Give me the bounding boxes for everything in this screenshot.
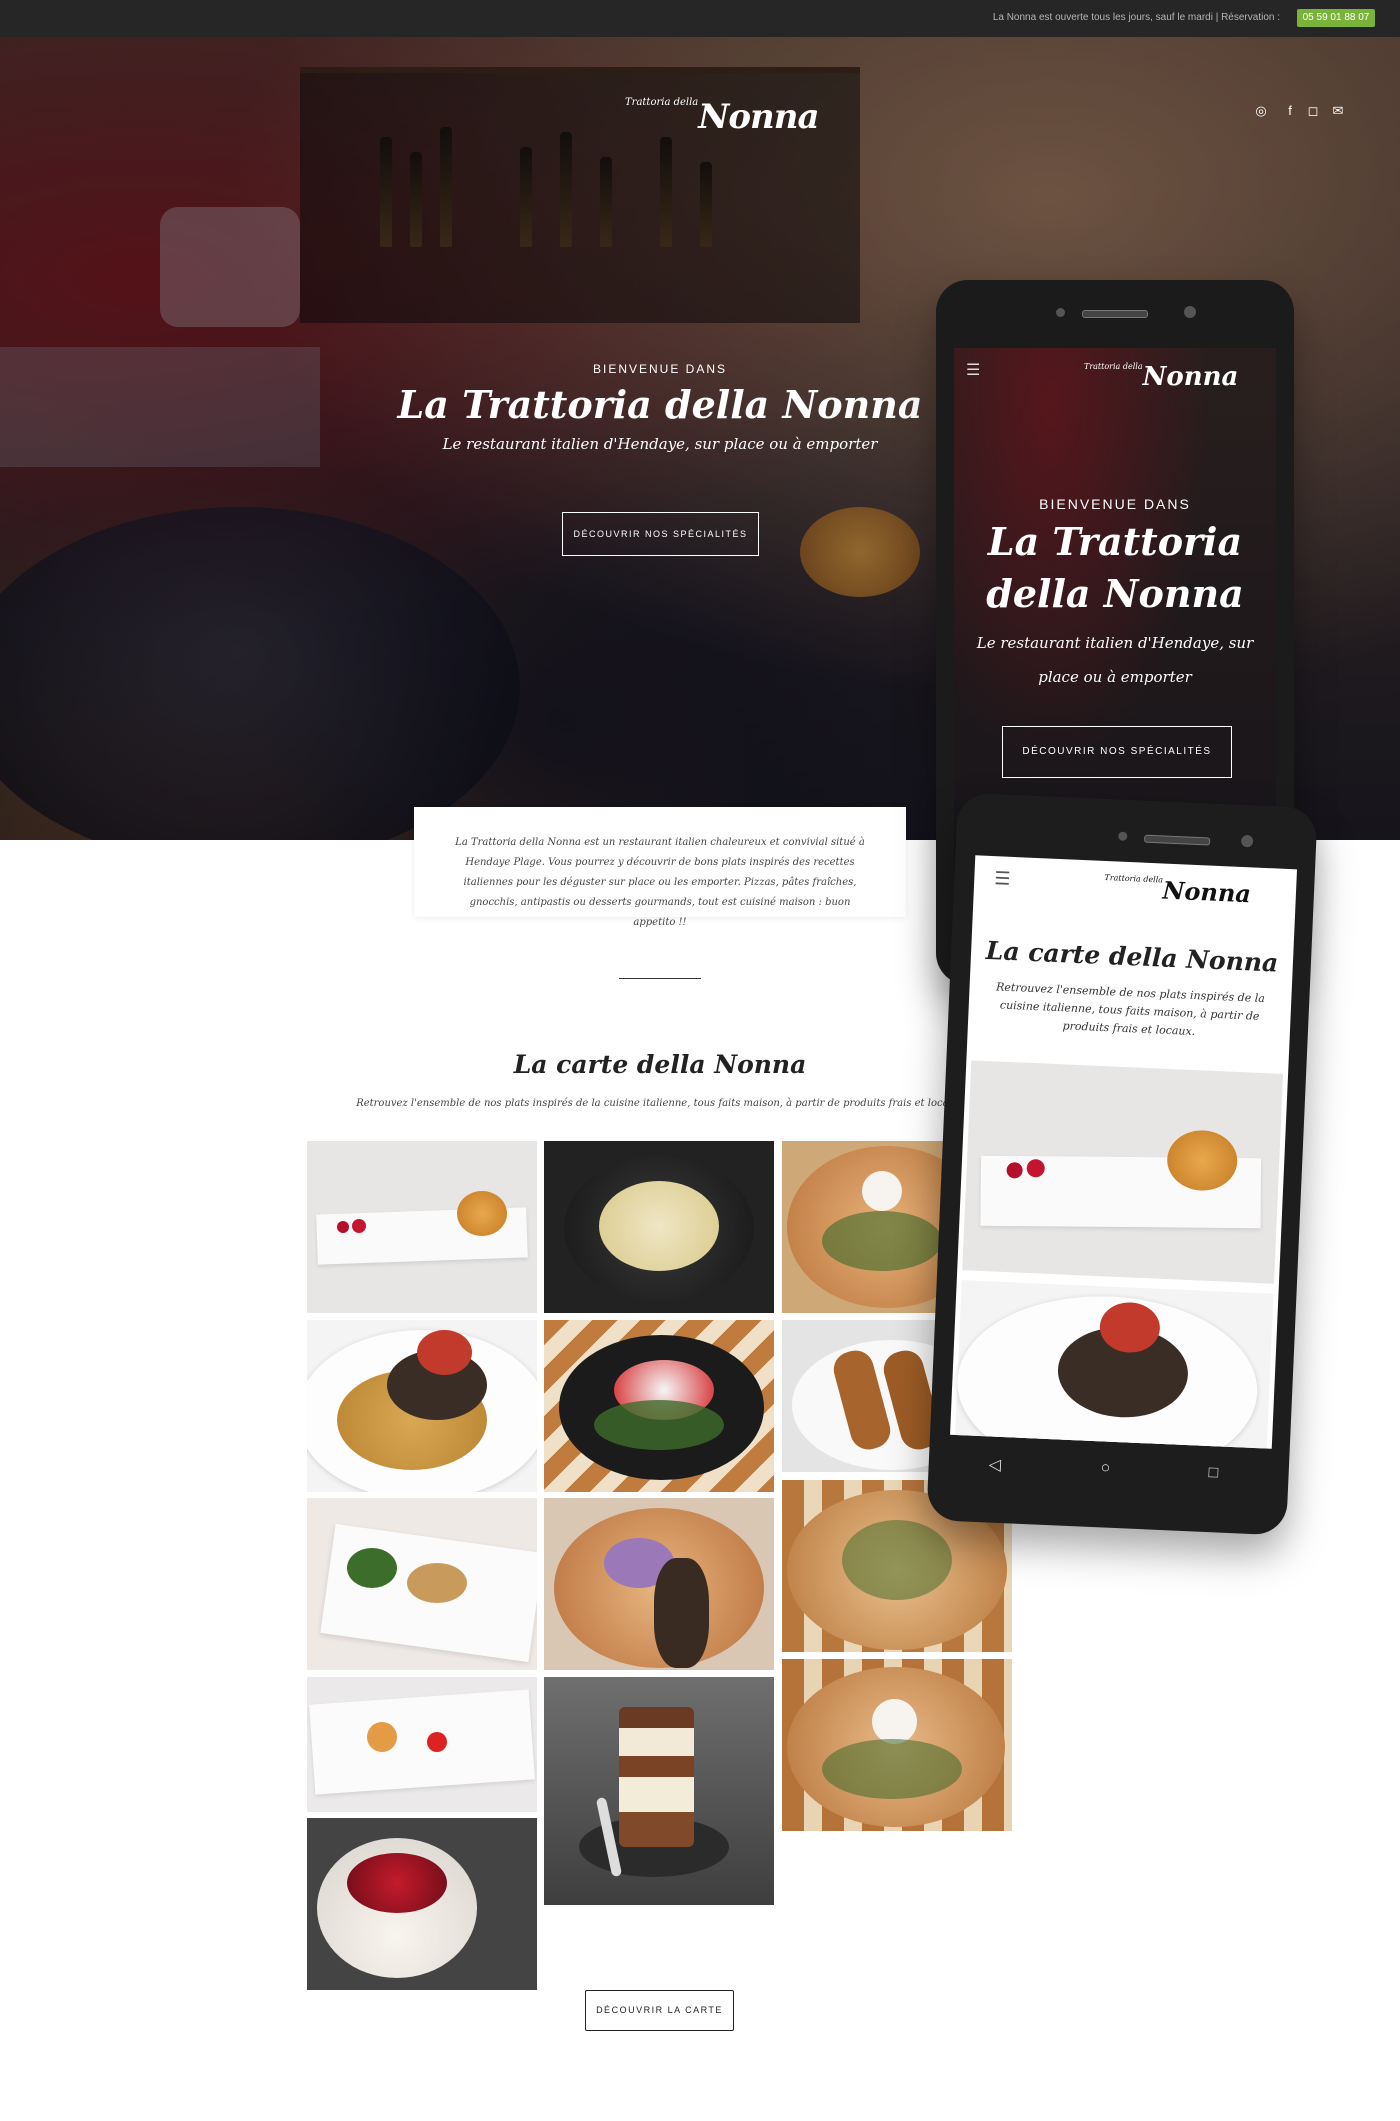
phone-hero-subtitle: Le restaurant italien d'Hendaye, sur plac… <box>976 634 1254 686</box>
section-divider <box>619 978 701 979</box>
phone-logo: Trattoria dellaNonna <box>1084 362 1239 392</box>
phone-mockup-menu: ☰ Trattoria dellaNonna La carte della No… <box>926 792 1318 1536</box>
phone-carte-subtitle: Retrouvez l'ensemble de nos plats inspir… <box>995 980 1266 1039</box>
gallery-photo-antipasti[interactable] <box>307 1498 537 1670</box>
back-nav-icon[interactable]: ◁ <box>988 1454 1001 1475</box>
phone-logo: Trattoria dellaNonna <box>1104 872 1252 909</box>
opening-hours-text: La Nonna est ouverte tous les jours, sau… <box>992 12 1280 23</box>
hamburger-menu-icon[interactable]: ☰ <box>994 868 1011 890</box>
site-logo[interactable]: Trattoria dellaNonna <box>625 97 820 137</box>
mail-icon[interactable]: ✉ <box>1330 104 1346 118</box>
gallery-photo-caprese[interactable] <box>544 1320 774 1492</box>
tripadvisor-icon[interactable]: ◎ <box>1253 104 1269 118</box>
reservation-phone-button[interactable]: 05 59 01 88 07 <box>1297 9 1375 27</box>
gallery-photo-dessert[interactable] <box>307 1141 537 1313</box>
gallery-photo-pizza-slice[interactable] <box>544 1498 774 1670</box>
gallery-photo-gnocchi[interactable] <box>544 1141 774 1313</box>
gallery-photo-mini-dessert[interactable] <box>307 1677 537 1812</box>
hamburger-menu-icon[interactable]: ☰ <box>966 360 980 380</box>
phone-screen-menu: ☰ Trattoria dellaNonna La carte della No… <box>950 855 1298 1449</box>
phone-speaker <box>1082 310 1148 318</box>
phone-carte-title: La carte della Nonna <box>985 935 1279 978</box>
gallery-photo-panna-cotta[interactable] <box>307 1818 537 1990</box>
gallery-photo-tiramisu[interactable] <box>544 1677 774 1905</box>
recent-apps-icon[interactable]: □ <box>1208 1464 1218 1482</box>
discover-menu-button[interactable]: DÉCOUVRIR LA CARTE <box>585 1990 734 2031</box>
phone-sensor <box>1184 306 1196 318</box>
home-nav-icon[interactable]: ○ <box>1100 1459 1110 1477</box>
phone-speaker <box>1144 834 1211 846</box>
phone-photo-dessert[interactable] <box>962 1060 1284 1284</box>
facebook-icon[interactable]: f <box>1282 104 1298 118</box>
phone-hero-title: La Trattoria della Nonna <box>986 519 1244 616</box>
phone-photo-pasta[interactable] <box>953 1280 1274 1449</box>
phone-camera <box>1118 831 1128 841</box>
intro-card: La Trattoria della Nonna est un restaura… <box>414 807 906 928</box>
gallery-photo-pasta-meat[interactable] <box>307 1320 537 1492</box>
gallery-photo-pizza-burrata-2[interactable] <box>782 1659 1012 1831</box>
phone-camera <box>1056 308 1065 317</box>
phone-sensor <box>1240 834 1254 848</box>
discover-specialties-button[interactable]: DÉCOUVRIR NOS SPÉCIALITÉS <box>562 512 759 556</box>
phone-hero-kicker: BIENVENUE DANS <box>1039 496 1191 512</box>
intro-text: La Trattoria della Nonna est un restaura… <box>455 837 865 928</box>
top-bar: La Nonna est ouverte tous les jours, sau… <box>0 0 1400 37</box>
phone-discover-button[interactable]: DÉCOUVRIR NOS SPÉCIALITÉS <box>1002 726 1232 778</box>
instagram-icon[interactable]: ◻ <box>1305 104 1321 118</box>
